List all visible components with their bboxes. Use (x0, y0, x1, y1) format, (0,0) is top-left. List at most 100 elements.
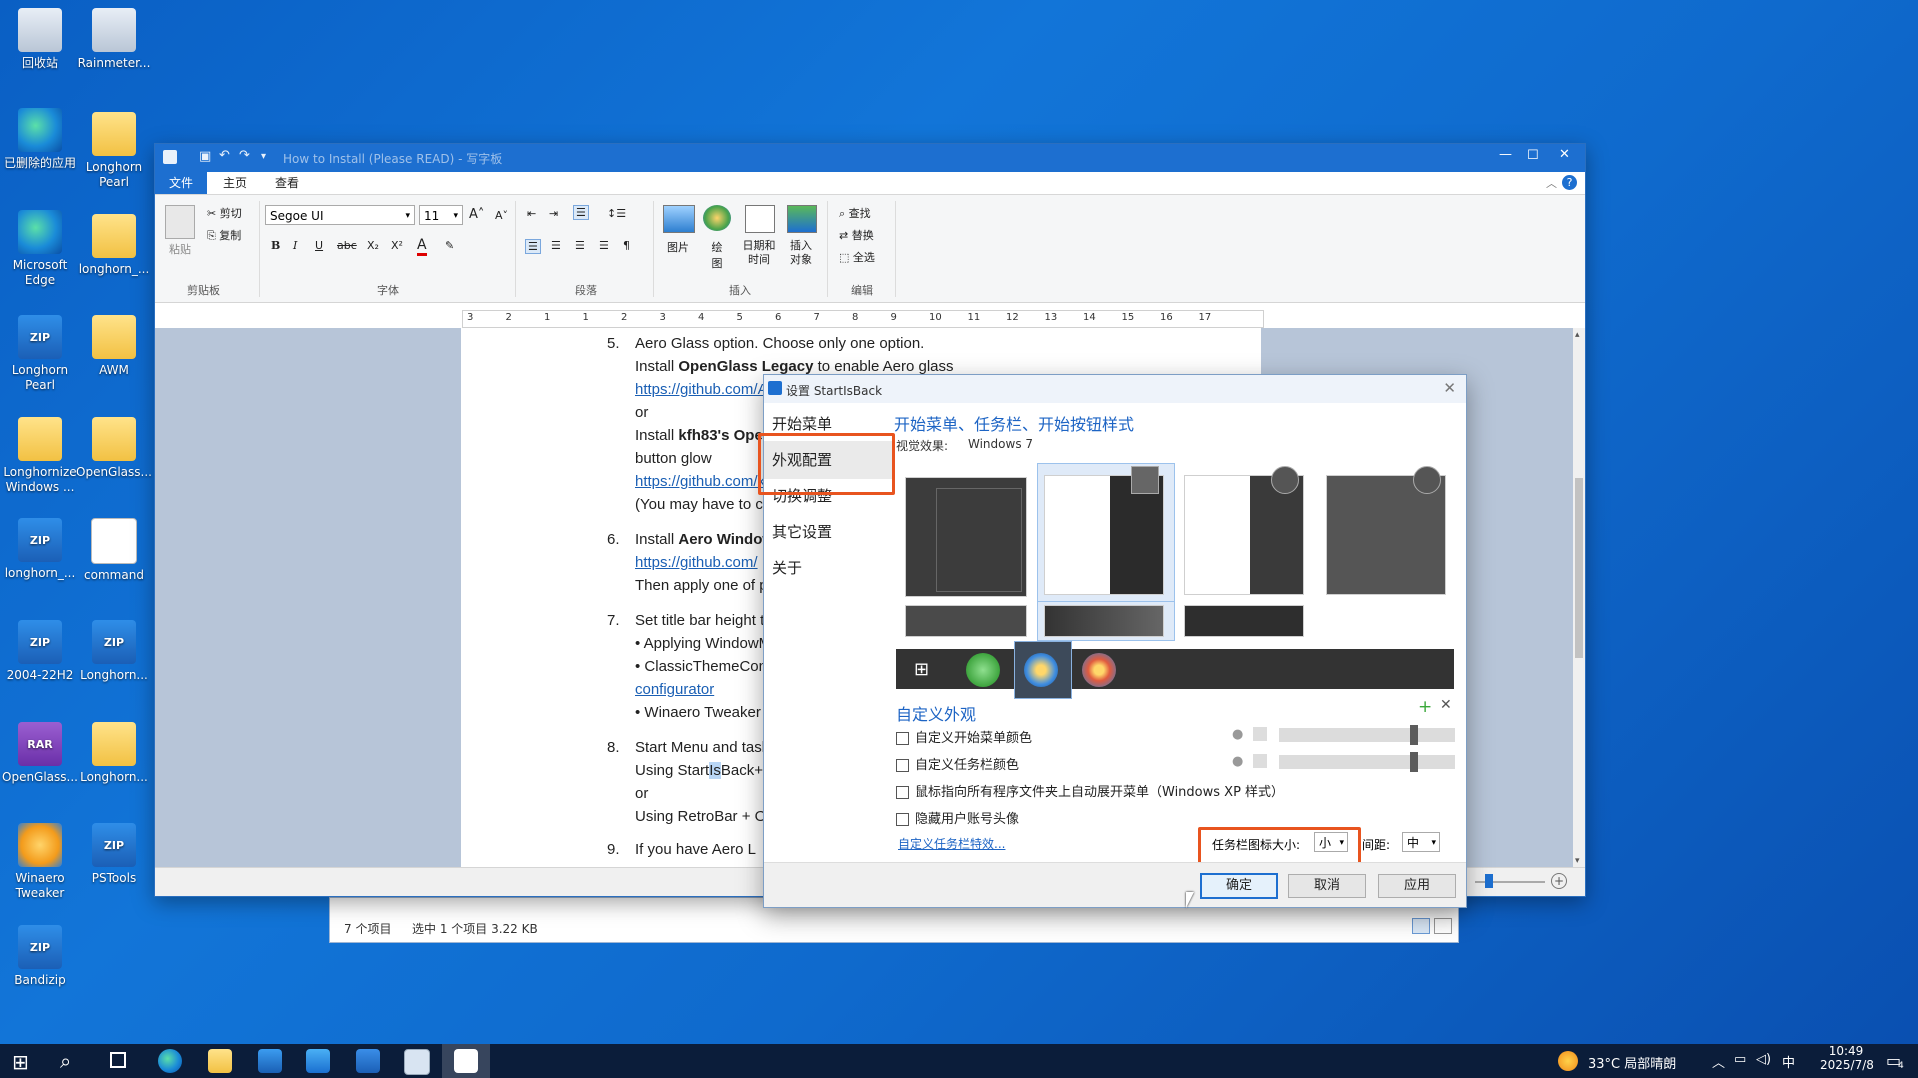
apply-button[interactable]: 应用 (1378, 874, 1456, 898)
find-button[interactable]: ⌕ 查找 (839, 205, 871, 221)
dialog-close-button[interactable]: ✕ (1443, 379, 1456, 397)
color-swatch[interactable] (1253, 727, 1267, 741)
collapse-ribbon-icon[interactable]: ︿ (1546, 175, 1557, 191)
add-icon[interactable]: + (1418, 697, 1432, 717)
paste-icon[interactable] (165, 205, 195, 239)
task-view-icon[interactable] (110, 1052, 126, 1068)
align-left-icon[interactable]: ☰ (525, 239, 541, 254)
icon-size-select[interactable]: 小 ▾ (1314, 832, 1348, 852)
superscript-icon[interactable]: X² (391, 239, 403, 252)
decrease-indent-icon[interactable]: ⇤ (527, 207, 536, 220)
paint-drawing-icon[interactable] (703, 205, 731, 231)
insert-drawing-button[interactable]: 绘图 (707, 239, 727, 271)
desktop-icon-longhorn-folder[interactable]: longhorn_... (74, 214, 154, 277)
large-icons-view-icon[interactable] (1434, 918, 1452, 934)
align-center-icon[interactable]: ☰ (551, 239, 561, 252)
taskbar-style-option-1[interactable] (905, 605, 1027, 637)
desktop-icon-openglass-rar[interactable]: RAR OpenGlass... (0, 722, 80, 785)
remove-icon[interactable]: ✕ (1440, 697, 1452, 713)
bandizip-taskbar-icon[interactable] (356, 1049, 380, 1073)
paragraph-dialog-icon[interactable]: ¶ (623, 239, 630, 252)
align-right-icon[interactable]: ☰ (575, 239, 585, 252)
insert-object-button[interactable]: 插入对象 (787, 239, 815, 267)
doc-link[interactable]: https://github.com/k (635, 473, 765, 490)
wordpad-taskbar-button[interactable] (442, 1044, 490, 1078)
bullet-list-icon[interactable]: ☰ (573, 205, 589, 220)
close-button[interactable]: ✕ (1559, 147, 1570, 162)
zoom-slider-thumb[interactable] (1485, 874, 1493, 888)
custom-start-color-checkbox[interactable]: 自定义开始菜单颜色 (896, 727, 1032, 746)
save-icon[interactable]: ▣ (199, 149, 211, 164)
grow-font-icon[interactable]: A˄ (469, 207, 484, 222)
start-style-classic-option[interactable] (1326, 466, 1446, 595)
help-icon[interactable]: ? (1562, 175, 1577, 190)
zoom-in-icon[interactable]: + (1551, 873, 1567, 889)
taskbar-color-slider[interactable] (1279, 752, 1455, 772)
details-view-icon[interactable] (1412, 918, 1430, 934)
font-family-select[interactable]: Segoe UI ▾ (265, 205, 415, 225)
start-button-windows-icon[interactable]: ⊞ (12, 1050, 29, 1074)
scroll-up-icon[interactable]: ▴ (1575, 330, 1580, 340)
highlight-icon[interactable]: ✎ (445, 239, 454, 252)
cut-button[interactable]: ✂ 剪切 (207, 205, 242, 221)
taskbar-effects-link[interactable]: 自定义任务栏特效... (898, 835, 1005, 852)
strikethrough-icon[interactable]: abc (337, 239, 357, 252)
vista-orb-icon[interactable] (1082, 653, 1116, 687)
mail-icon[interactable] (306, 1049, 330, 1073)
shrink-font-icon[interactable]: A˅ (495, 209, 508, 222)
edge-taskbar-icon[interactable] (158, 1049, 182, 1073)
start-style-windows10-option[interactable] (905, 477, 1027, 597)
desktop-icon-microsoft-edge[interactable]: Microsoft Edge (0, 210, 80, 288)
bold-icon[interactable]: B (271, 239, 280, 252)
redo-icon[interactable]: ↷ (239, 148, 250, 163)
notepad-taskbar-icon[interactable] (404, 1049, 430, 1075)
vertical-scrollbar[interactable]: ▴ ▾ (1573, 328, 1585, 868)
desktop-icon-pstools[interactable]: ZIP PSTools (74, 823, 154, 886)
doc-link[interactable]: configurator (635, 681, 714, 698)
start-color-slider[interactable] (1279, 725, 1455, 745)
insert-object-icon[interactable] (787, 205, 817, 233)
desktop-icon-2004-22h2[interactable]: ZIP 2004-22H2 (0, 620, 80, 683)
windows-logo-icon[interactable]: ⊞ (914, 659, 929, 680)
subscript-icon[interactable]: X₂ (367, 239, 379, 252)
taskbar-style-option-2[interactable] (1044, 605, 1164, 637)
italic-icon[interactable]: I (293, 239, 297, 252)
show-hidden-icons-chevron-icon[interactable]: ︿ (1712, 1052, 1725, 1071)
underline-icon[interactable]: U (315, 239, 323, 252)
weather-icon[interactable] (1558, 1051, 1578, 1071)
slider-thumb[interactable] (1410, 725, 1418, 745)
ime-indicator[interactable]: 中 (1782, 1052, 1795, 1071)
windows7-orb-icon[interactable] (1024, 653, 1058, 687)
scroll-thumb[interactable] (1575, 478, 1583, 658)
desktop-icon-openglass-folder[interactable]: OpenGlass... (74, 417, 154, 480)
spacing-select[interactable]: 中 ▾ (1402, 832, 1440, 852)
clock[interactable]: 10:49 2025/7/8 (1820, 1044, 1874, 1072)
tab-file[interactable]: 文件 (155, 172, 208, 194)
select-all-button[interactable]: ⬚ 全选 (839, 249, 875, 265)
font-size-select[interactable]: 11 ▾ (419, 205, 463, 225)
search-icon[interactable]: ⌕ (60, 1049, 71, 1073)
start-style-windows7-option[interactable] (1044, 466, 1164, 595)
desktop-icon-longhornize[interactable]: Longhornize Windows ... (0, 417, 80, 495)
desktop-icon-longhorn-folder-2[interactable]: Longhorn... (74, 722, 154, 785)
qat-dropdown-icon[interactable]: ▾ (261, 151, 266, 162)
desktop-icon-command[interactable]: command (74, 518, 154, 583)
scroll-down-icon[interactable]: ▾ (1575, 856, 1580, 866)
desktop-icon-bandizip[interactable]: ZIP Bandizip (0, 925, 80, 988)
file-explorer-icon[interactable] (208, 1049, 232, 1073)
volume-icon[interactable]: ◁) (1756, 1052, 1771, 1067)
store-icon[interactable] (258, 1049, 282, 1073)
replace-button[interactable]: ⇄ 替换 (839, 227, 874, 243)
ok-button[interactable]: 确定 (1200, 873, 1278, 899)
insert-picture-button[interactable]: 图片 (667, 239, 689, 255)
minimize-button[interactable]: — (1499, 147, 1512, 162)
undo-icon[interactable]: ↶ (219, 148, 230, 163)
desktop-icon-longhorn-pearl-folder[interactable]: Longhorn Pearl (74, 112, 154, 190)
color-swatch[interactable] (1253, 754, 1267, 768)
line-spacing-icon[interactable]: ↕☰ (607, 207, 626, 220)
tab-view[interactable]: 查看 (261, 172, 313, 194)
desktop-icon-deleted-apps[interactable]: 已删除的应用 (0, 108, 80, 171)
copy-button[interactable]: ⎘ 复制 (207, 227, 241, 243)
green-orb-icon[interactable] (966, 653, 1000, 687)
insert-datetime-button[interactable]: 日期和时间 (739, 239, 779, 267)
